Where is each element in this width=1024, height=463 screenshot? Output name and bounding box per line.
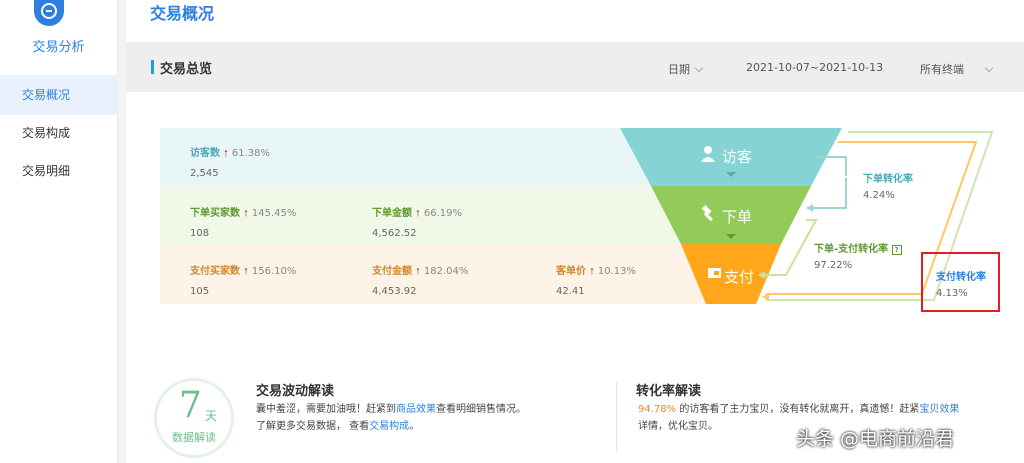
wallet-icon (708, 268, 721, 278)
trade-composition-link[interactable]: 交易构成 (369, 421, 409, 432)
sidebar-item-composition[interactable]: 交易构成 (0, 113, 118, 153)
text-segment: 查看明细销售情况。 (436, 404, 526, 415)
data-interpretation-badge: 7 天 数据解读 (154, 378, 234, 458)
text-segment: 详情，优化宝贝。 (638, 421, 718, 432)
rate-name: 下单转化率 (863, 174, 913, 185)
rate-value: 4.24% (863, 190, 895, 201)
conversion-pct: 94.78% (638, 404, 677, 415)
rate-name: 下单-支付转化率 (814, 244, 889, 255)
arrow-left-icon (762, 293, 769, 301)
rate-value: 97.22% (814, 260, 853, 271)
rate-order: 下单转化率 4.24% (863, 170, 913, 201)
badge-sub: 数据解读 (172, 431, 216, 444)
item-effect-link[interactable]: 宝贝效果 (919, 404, 959, 415)
help-icon[interactable]: ? (891, 245, 902, 255)
fluctuation-text: 囊中羞涩，需要加油哦！赶紧到商品效果查看明细销售情况。 了解更多交易数据， 查看… (256, 401, 526, 435)
text-segment: 。 (409, 421, 420, 432)
sidebar: 交易分析 交易概况 交易构成 交易明细 (0, 0, 118, 463)
connector-order-rate-end (810, 178, 847, 209)
text-segment: 囊中羞涩，需要加油哦！赶紧到 (256, 404, 396, 415)
text-segment: 了解更多交易数据， 查看 (256, 421, 370, 432)
page: 交易分析 交易概况 交易构成 交易明细 交易概况 交易总览 日期 2021-10… (0, 0, 1024, 463)
sidebar-item-details[interactable]: 交易明细 (0, 151, 118, 191)
funnel-label-visit: 访客 (722, 148, 753, 166)
conversion-title: 转化率解读 (636, 384, 702, 399)
exchange-icon (34, 0, 64, 26)
sidebar-title: 交易分析 (32, 40, 85, 55)
funnel-label-pay: 支付 (724, 268, 755, 286)
fluctuation-title: 交易波动解读 (256, 384, 335, 399)
product-effect-link[interactable]: 商品效果 (396, 404, 436, 415)
badge-unit: 天 (205, 409, 218, 423)
funnel-label-order: 下单 (722, 208, 753, 226)
rate-order-pay: 下单-支付转化率 ? 97.22% (814, 240, 902, 271)
divider (616, 382, 617, 452)
watermark: 头条 @电商前沿君 (796, 428, 955, 450)
arrow-left-icon (806, 204, 813, 212)
badge-number: 7 (179, 385, 202, 426)
main-content: 交易概况 交易总览 日期 2021-10-07~2021-10-13 所有终端 … (126, 0, 1024, 463)
highlight-box (921, 252, 1000, 312)
sidebar-item-overview[interactable]: 交易概况 (0, 75, 118, 115)
text-segment: 的访客看了主力宝贝，没有转化就离开，真遗憾！赶紧 (676, 404, 920, 415)
